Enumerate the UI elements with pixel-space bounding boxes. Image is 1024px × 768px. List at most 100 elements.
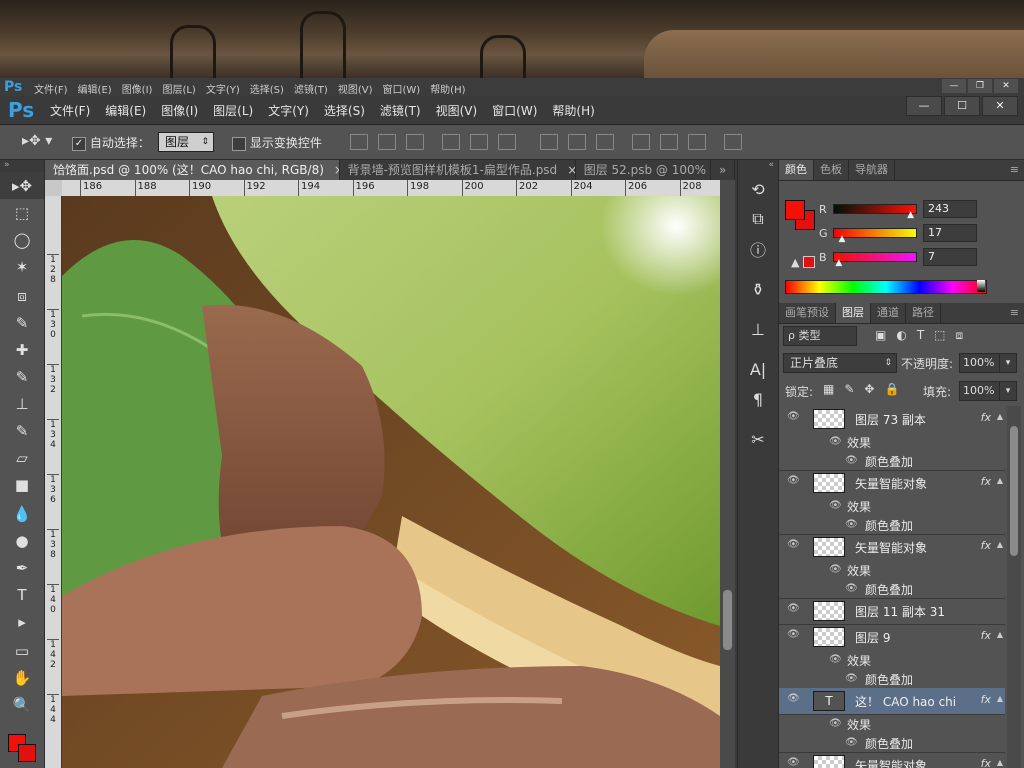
title-menu-item[interactable]: 滤镜(T) (294, 81, 328, 96)
layers-panel-tab[interactable]: 图层 (836, 303, 871, 323)
foreground-swatch[interactable] (785, 200, 805, 220)
move-tool-preset-icon[interactable]: ▸✥ ▾ (22, 133, 52, 149)
auto-select-dropdown[interactable]: 图层 ⇕ (158, 132, 214, 152)
channel-slider[interactable]: ▲ (833, 204, 917, 220)
fx-icon[interactable]: fx (981, 629, 991, 642)
visibility-eye-icon[interactable]: 👁 (787, 603, 800, 614)
visibility-eye-icon[interactable]: 👁 (787, 411, 800, 422)
gamut-swatch[interactable] (803, 256, 815, 268)
menu-item[interactable]: 选择(S) (324, 102, 365, 119)
layer-row[interactable]: 👁 矢量智能对象 fx ▲ 👁 效果 👁 颜色叠加 (779, 470, 1005, 535)
layer-row[interactable]: 👁 矢量智能对象 fx ▲ (779, 752, 1005, 768)
minimize-icon[interactable]: — (942, 79, 966, 93)
color-panel-tab[interactable]: 导航器 (849, 160, 895, 180)
layer-filter-dropdown[interactable]: ρ 类型 (783, 326, 857, 346)
title-menu-item[interactable]: 编辑(E) (78, 81, 112, 96)
show-transform-checkbox[interactable]: 显示变换控件 (232, 134, 322, 151)
blend-mode-dropdown[interactable]: 正片叠底 ⇕ (783, 353, 897, 373)
distribute-top-icon[interactable] (540, 134, 558, 150)
paragraph-panel-icon[interactable]: ¶ (738, 384, 778, 414)
tool-presets-icon[interactable]: ✂ (738, 424, 778, 454)
align-vcenter-icon[interactable] (378, 134, 396, 150)
eyedropper-tool-icon[interactable]: ✎ (0, 309, 44, 336)
lock-position-icon[interactable]: ✥ (864, 382, 874, 396)
effect-visibility-eye-icon[interactable]: 👁 (829, 564, 842, 575)
move-tool-icon[interactable]: ▸✥ (0, 172, 44, 199)
expand-arrow-icon[interactable]: ▲ (997, 630, 1003, 639)
3d-panel-icon[interactable]: ⧉ (738, 204, 778, 234)
color-ramp[interactable] (785, 280, 987, 294)
layer-row[interactable]: 👁 T 这！ CAO hao chi fx ▲ 👁 效果 👁 颜色叠加 (779, 688, 1005, 753)
brush-tool-icon[interactable]: ✎ (0, 363, 44, 390)
magic-wand-tool-icon[interactable]: ✶ (0, 253, 44, 280)
expand-arrow-icon[interactable]: ▲ (997, 758, 1003, 767)
crop-tool-icon[interactable]: ⧈ (0, 282, 44, 309)
fill-slider-arrow-icon[interactable]: ▾ (999, 381, 1017, 401)
layers-scrollbar[interactable] (1007, 406, 1021, 768)
title-menu-item[interactable]: 帮助(H) (430, 81, 465, 96)
info-panel-icon[interactable]: ⓘ (738, 234, 778, 264)
zoom-tool-icon[interactable]: 🔍 (0, 691, 44, 718)
menu-item[interactable]: 滤镜(T) (380, 102, 421, 119)
layer-row[interactable]: 👁 图层 11 副本 31 (779, 598, 1005, 625)
distribute-left-icon[interactable] (632, 134, 650, 150)
strip-collapse[interactable]: « (738, 160, 778, 174)
distribute-vcenter-icon[interactable] (568, 134, 586, 150)
toolbox-collapse[interactable]: » (0, 160, 44, 172)
document-tab[interactable]: 饸饹面.psd @ 100% (这！CAO hao chi, RGB/8)× (45, 160, 340, 180)
expand-arrow-icon[interactable]: ▲ (997, 476, 1003, 485)
shape-tool-icon[interactable]: ▭ (0, 637, 44, 664)
smart-object-filter-icon[interactable]: ⧈ (956, 328, 964, 343)
blur-tool-icon[interactable]: 💧 (0, 500, 44, 527)
close-tab-icon[interactable]: × (567, 163, 574, 177)
effect-visibility-eye-icon[interactable]: 👁 (845, 455, 858, 466)
lock-all-icon[interactable]: 🔒 (884, 382, 899, 396)
auto-select-checkbox[interactable]: ✓ 自动选择： (72, 134, 150, 151)
menu-item[interactable]: 帮助(H) (552, 102, 594, 119)
menu-item[interactable]: 编辑(E) (105, 102, 146, 119)
pixel-filter-icon[interactable]: ▣ (875, 328, 886, 343)
history-brush-tool-icon[interactable]: ✎ (0, 417, 44, 444)
fx-icon[interactable]: fx (981, 411, 991, 424)
marquee-tool-icon[interactable]: ⬚ (0, 199, 44, 226)
effect-visibility-eye-icon[interactable]: 👁 (829, 654, 842, 665)
history-panel-icon[interactable]: ⟲ (738, 174, 778, 204)
restore-icon[interactable]: ❐ (968, 79, 992, 93)
title-menu-item[interactable]: 选择(S) (250, 81, 284, 96)
expand-arrow-icon[interactable]: ▲ (997, 412, 1003, 421)
opacity-input[interactable]: 100% (959, 353, 1002, 373)
title-menu-item[interactable]: 视图(V) (338, 81, 373, 96)
adjustment-filter-icon[interactable]: ◐ (896, 328, 906, 343)
stamp-tool-icon[interactable]: ⊥ (0, 390, 44, 417)
clone-source-icon[interactable]: ⊥ (738, 314, 778, 344)
layer-header[interactable]: 👁 图层 9 fx ▲ (779, 624, 1005, 650)
effect-visibility-eye-icon[interactable]: 👁 (845, 519, 858, 530)
type-tool-icon[interactable]: T (0, 581, 44, 608)
effect-visibility-eye-icon[interactable]: 👁 (845, 583, 858, 594)
effect-visibility-eye-icon[interactable]: 👁 (829, 436, 842, 447)
layer-header[interactable]: 👁 T 这！ CAO hao chi fx ▲ (779, 688, 1005, 715)
title-menu-item[interactable]: 图层(L) (162, 81, 195, 96)
maximize-icon[interactable]: ☐ (944, 96, 980, 116)
title-menu-item[interactable]: 窗口(W) (382, 81, 420, 96)
tabs-overflow-icon[interactable]: » (711, 160, 735, 180)
shape-filter-icon[interactable]: ⬚ (934, 328, 945, 343)
document-tab[interactable]: 背景墙-预览图样机模板1-扁型作品.psd × (340, 160, 576, 180)
document-canvas[interactable] (62, 196, 720, 768)
layer-header[interactable]: 👁 矢量智能对象 fx ▲ (779, 470, 1005, 496)
title-menu-item[interactable]: 文件(F) (34, 81, 68, 96)
panel-menu-icon[interactable]: ≡ (1004, 303, 1024, 323)
distribute-hcenter-icon[interactable] (660, 134, 678, 150)
layer-header[interactable]: 👁 图层 11 副本 31 (779, 598, 1005, 624)
visibility-eye-icon[interactable]: 👁 (787, 629, 800, 640)
color-panel-tab[interactable]: 颜色 (779, 160, 814, 180)
channel-slider-knob-icon[interactable]: ▲ (835, 258, 842, 268)
dodge-tool-icon[interactable]: ● (0, 527, 44, 554)
panel-menu-icon[interactable]: ≡ (1004, 160, 1024, 180)
layer-row[interactable]: 👁 图层 9 fx ▲ 👁 效果 👁 颜色叠加 (779, 624, 1005, 689)
effect-visibility-eye-icon[interactable]: 👁 (829, 500, 842, 511)
lasso-tool-icon[interactable]: ◯ (0, 226, 44, 253)
visibility-eye-icon[interactable]: 👁 (787, 693, 800, 704)
scrollbar-thumb[interactable] (723, 590, 732, 650)
distribute-bottom-icon[interactable] (596, 134, 614, 150)
